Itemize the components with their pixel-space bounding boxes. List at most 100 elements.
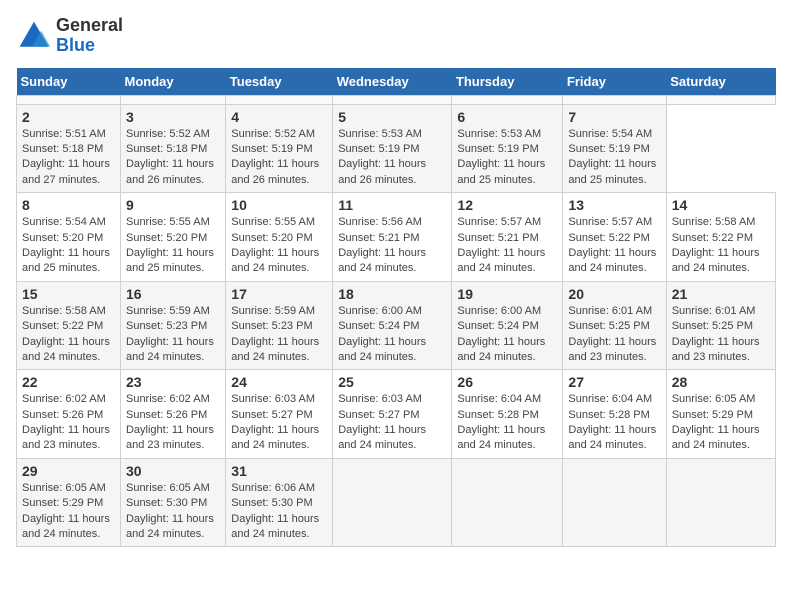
- day-number: 25: [338, 374, 446, 390]
- day-number: 17: [231, 286, 327, 302]
- column-header-monday: Monday: [120, 68, 225, 96]
- calendar-header-row: SundayMondayTuesdayWednesdayThursdayFrid…: [17, 68, 776, 96]
- calendar-cell: 8 Sunrise: 5:54 AM Sunset: 5:20 PM Dayli…: [17, 193, 121, 282]
- calendar-cell: 22 Sunrise: 6:02 AM Sunset: 5:26 PM Dayl…: [17, 370, 121, 459]
- day-info: Sunrise: 5:53 AM Sunset: 5:19 PM Dayligh…: [338, 127, 446, 189]
- calendar-cell: 28 Sunrise: 6:05 AM Sunset: 5:29 PM Dayl…: [666, 370, 775, 459]
- calendar-cell-empty: [563, 95, 666, 104]
- calendar-cell-empty: [333, 458, 452, 547]
- calendar-cell-empty: [452, 95, 563, 104]
- calendar-cell-empty: [452, 458, 563, 547]
- column-header-wednesday: Wednesday: [333, 68, 452, 96]
- calendar-cell: 12 Sunrise: 5:57 AM Sunset: 5:21 PM Dayl…: [452, 193, 563, 282]
- day-number: 20: [568, 286, 660, 302]
- day-number: 13: [568, 197, 660, 213]
- day-info: Sunrise: 5:54 AM Sunset: 5:20 PM Dayligh…: [22, 215, 115, 277]
- column-header-friday: Friday: [563, 68, 666, 96]
- day-info: Sunrise: 5:53 AM Sunset: 5:19 PM Dayligh…: [457, 127, 557, 189]
- day-info: Sunrise: 6:03 AM Sunset: 5:27 PM Dayligh…: [231, 392, 327, 454]
- day-info: Sunrise: 5:54 AM Sunset: 5:19 PM Dayligh…: [568, 127, 660, 189]
- day-info: Sunrise: 5:59 AM Sunset: 5:23 PM Dayligh…: [231, 304, 327, 366]
- day-info: Sunrise: 6:05 AM Sunset: 5:29 PM Dayligh…: [22, 481, 115, 543]
- calendar-cell-empty: [333, 95, 452, 104]
- calendar-cell: 31 Sunrise: 6:06 AM Sunset: 5:30 PM Dayl…: [226, 458, 333, 547]
- calendar-cell: 17 Sunrise: 5:59 AM Sunset: 5:23 PM Dayl…: [226, 281, 333, 370]
- calendar-cell-empty: [120, 95, 225, 104]
- logo-general: General: [56, 15, 123, 35]
- day-info: Sunrise: 5:57 AM Sunset: 5:22 PM Dayligh…: [568, 215, 660, 277]
- day-number: 15: [22, 286, 115, 302]
- day-info: Sunrise: 6:04 AM Sunset: 5:28 PM Dayligh…: [568, 392, 660, 454]
- calendar-table: SundayMondayTuesdayWednesdayThursdayFrid…: [16, 68, 776, 548]
- column-header-sunday: Sunday: [17, 68, 121, 96]
- calendar-cell: 15 Sunrise: 5:58 AM Sunset: 5:22 PM Dayl…: [17, 281, 121, 370]
- calendar-cell-empty: [563, 458, 666, 547]
- day-info: Sunrise: 5:52 AM Sunset: 5:18 PM Dayligh…: [126, 127, 220, 189]
- day-number: 24: [231, 374, 327, 390]
- day-number: 6: [457, 109, 557, 125]
- day-number: 5: [338, 109, 446, 125]
- column-header-thursday: Thursday: [452, 68, 563, 96]
- day-info: Sunrise: 6:00 AM Sunset: 5:24 PM Dayligh…: [457, 304, 557, 366]
- day-number: 28: [672, 374, 770, 390]
- day-number: 16: [126, 286, 220, 302]
- calendar-cell: 29 Sunrise: 6:05 AM Sunset: 5:29 PM Dayl…: [17, 458, 121, 547]
- calendar-cell: 20 Sunrise: 6:01 AM Sunset: 5:25 PM Dayl…: [563, 281, 666, 370]
- day-number: 10: [231, 197, 327, 213]
- calendar-cell: 24 Sunrise: 6:03 AM Sunset: 5:27 PM Dayl…: [226, 370, 333, 459]
- logo-blue: Blue: [56, 35, 95, 55]
- calendar-cell: 7 Sunrise: 5:54 AM Sunset: 5:19 PM Dayli…: [563, 104, 666, 193]
- day-info: Sunrise: 5:58 AM Sunset: 5:22 PM Dayligh…: [672, 215, 770, 277]
- calendar-cell: 9 Sunrise: 5:55 AM Sunset: 5:20 PM Dayli…: [120, 193, 225, 282]
- calendar-cell-empty: [666, 95, 775, 104]
- day-info: Sunrise: 6:06 AM Sunset: 5:30 PM Dayligh…: [231, 481, 327, 543]
- calendar-cell: 5 Sunrise: 5:53 AM Sunset: 5:19 PM Dayli…: [333, 104, 452, 193]
- day-number: 26: [457, 374, 557, 390]
- day-info: Sunrise: 6:01 AM Sunset: 5:25 PM Dayligh…: [672, 304, 770, 366]
- calendar-cell: 2 Sunrise: 5:51 AM Sunset: 5:18 PM Dayli…: [17, 104, 121, 193]
- calendar-cell-empty: [666, 458, 775, 547]
- calendar-cell-empty: [226, 95, 333, 104]
- calendar-week-row: 2 Sunrise: 5:51 AM Sunset: 5:18 PM Dayli…: [17, 104, 776, 193]
- day-info: Sunrise: 5:55 AM Sunset: 5:20 PM Dayligh…: [126, 215, 220, 277]
- day-info: Sunrise: 5:58 AM Sunset: 5:22 PM Dayligh…: [22, 304, 115, 366]
- day-number: 19: [457, 286, 557, 302]
- calendar-cell: 27 Sunrise: 6:04 AM Sunset: 5:28 PM Dayl…: [563, 370, 666, 459]
- day-number: 31: [231, 463, 327, 479]
- day-number: 2: [22, 109, 115, 125]
- day-info: Sunrise: 6:00 AM Sunset: 5:24 PM Dayligh…: [338, 304, 446, 366]
- calendar-cell: 16 Sunrise: 5:59 AM Sunset: 5:23 PM Dayl…: [120, 281, 225, 370]
- calendar-cell: 30 Sunrise: 6:05 AM Sunset: 5:30 PM Dayl…: [120, 458, 225, 547]
- logo: General Blue: [16, 16, 123, 56]
- calendar-week-row: [17, 95, 776, 104]
- column-header-saturday: Saturday: [666, 68, 775, 96]
- calendar-cell: 25 Sunrise: 6:03 AM Sunset: 5:27 PM Dayl…: [333, 370, 452, 459]
- day-number: 12: [457, 197, 557, 213]
- day-info: Sunrise: 5:51 AM Sunset: 5:18 PM Dayligh…: [22, 127, 115, 189]
- day-info: Sunrise: 5:52 AM Sunset: 5:19 PM Dayligh…: [231, 127, 327, 189]
- calendar-cell: 14 Sunrise: 5:58 AM Sunset: 5:22 PM Dayl…: [666, 193, 775, 282]
- calendar-cell: 26 Sunrise: 6:04 AM Sunset: 5:28 PM Dayl…: [452, 370, 563, 459]
- day-info: Sunrise: 6:05 AM Sunset: 5:30 PM Dayligh…: [126, 481, 220, 543]
- column-header-tuesday: Tuesday: [226, 68, 333, 96]
- day-info: Sunrise: 6:02 AM Sunset: 5:26 PM Dayligh…: [22, 392, 115, 454]
- day-number: 3: [126, 109, 220, 125]
- day-number: 14: [672, 197, 770, 213]
- day-number: 30: [126, 463, 220, 479]
- day-info: Sunrise: 5:59 AM Sunset: 5:23 PM Dayligh…: [126, 304, 220, 366]
- calendar-week-row: 15 Sunrise: 5:58 AM Sunset: 5:22 PM Dayl…: [17, 281, 776, 370]
- day-number: 4: [231, 109, 327, 125]
- calendar-cell: 6 Sunrise: 5:53 AM Sunset: 5:19 PM Dayli…: [452, 104, 563, 193]
- calendar-cell: 10 Sunrise: 5:55 AM Sunset: 5:20 PM Dayl…: [226, 193, 333, 282]
- calendar-cell: 21 Sunrise: 6:01 AM Sunset: 5:25 PM Dayl…: [666, 281, 775, 370]
- day-number: 18: [338, 286, 446, 302]
- calendar-week-row: 29 Sunrise: 6:05 AM Sunset: 5:29 PM Dayl…: [17, 458, 776, 547]
- day-info: Sunrise: 6:02 AM Sunset: 5:26 PM Dayligh…: [126, 392, 220, 454]
- calendar-cell: 13 Sunrise: 5:57 AM Sunset: 5:22 PM Dayl…: [563, 193, 666, 282]
- day-info: Sunrise: 6:03 AM Sunset: 5:27 PM Dayligh…: [338, 392, 446, 454]
- day-number: 27: [568, 374, 660, 390]
- calendar-cell: 18 Sunrise: 6:00 AM Sunset: 5:24 PM Dayl…: [333, 281, 452, 370]
- calendar-cell: 23 Sunrise: 6:02 AM Sunset: 5:26 PM Dayl…: [120, 370, 225, 459]
- day-number: 29: [22, 463, 115, 479]
- day-info: Sunrise: 6:05 AM Sunset: 5:29 PM Dayligh…: [672, 392, 770, 454]
